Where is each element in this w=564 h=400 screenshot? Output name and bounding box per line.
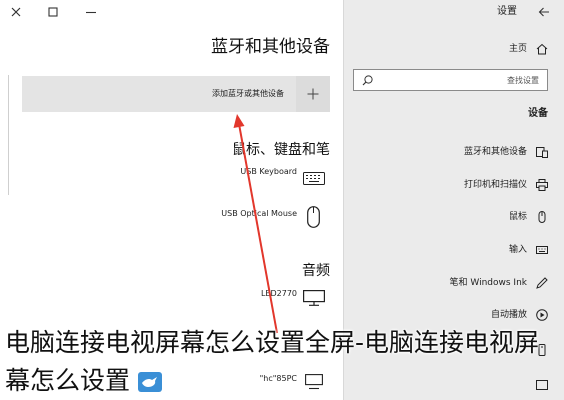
sidebar-item-label: 鼠标 <box>508 212 527 222</box>
search-box[interactable] <box>353 69 548 91</box>
page-title: 蓝牙和其他设备 <box>211 37 330 57</box>
section-heading-audio: 音频 <box>302 263 330 279</box>
plus-box[interactable] <box>296 76 330 112</box>
caption-overlay: 电脑连接电视屏幕怎么设置全屏-电脑连接电视屏 幕怎么设置 <box>5 324 561 400</box>
keyboard-icon <box>303 172 325 185</box>
sidebar-item-label: 笔和 Windows Ink <box>449 278 527 288</box>
sidebar-item-label: 蓝牙和其他设备 <box>463 147 527 157</box>
device-name: USB Optical Mouse <box>221 209 297 218</box>
mouse-icon <box>307 206 320 228</box>
section-heading-input-devices: 鼠标、键盘和笔 <box>232 142 330 158</box>
sidebar-item-pen[interactable]: 笔和 Windows Ink <box>344 271 564 295</box>
home-icon <box>536 43 548 55</box>
device-name: LED2770 <box>260 289 297 298</box>
maximize-icon[interactable] <box>47 6 59 18</box>
keyboard-icon <box>536 244 548 256</box>
sidebar-item-label: 输入 <box>508 245 527 255</box>
mouse-icon <box>536 211 548 223</box>
sidebar-item-label: 主页 <box>508 44 527 54</box>
sidebar-item-label: 打印机和扫描仪 <box>463 180 527 190</box>
sidebar-item-bluetooth[interactable]: 蓝牙和其他设备 <box>344 140 564 164</box>
sidebar-item-mouse[interactable]: 鼠标 <box>344 205 564 229</box>
sidebar-item-typing[interactable]: 输入 <box>344 238 564 262</box>
monitor-icon <box>303 290 325 306</box>
autoplay-icon <box>536 309 548 321</box>
device-name: USB Keyboard <box>240 167 297 176</box>
sidebar-item-home[interactable]: 主页 <box>344 37 564 61</box>
caption-line-2: 幕怎么设置 <box>5 362 561 400</box>
device-item-keyboard[interactable]: USB Keyboard <box>0 164 343 190</box>
caption-line: 幕怎么设置 <box>5 366 131 395</box>
pen-icon <box>536 277 548 289</box>
device-item-mouse[interactable]: USB Optical Mouse <box>0 202 343 232</box>
sidebar-item-printers[interactable]: 打印机和扫描仪 <box>344 173 564 197</box>
add-device-button[interactable]: 添加蓝牙或其他设备 <box>22 76 330 112</box>
search-input[interactable] <box>354 70 547 90</box>
device-item-monitor[interactable]: LED2770 <box>0 286 343 310</box>
add-device-label: 添加蓝牙或其他设备 <box>212 89 284 98</box>
minimize-icon[interactable] <box>85 6 97 18</box>
close-icon[interactable] <box>10 6 22 18</box>
bird-logo-icon <box>138 372 163 392</box>
printer-icon <box>536 179 548 191</box>
sidebar-item-label: 自动播放 <box>490 310 527 320</box>
bluetooth-devices-icon <box>536 146 548 158</box>
caption-line: 电脑连接电视屏幕怎么设置全屏-电脑连接电视屏 <box>5 328 540 357</box>
plus-icon <box>307 88 319 100</box>
sidebar-section-heading: 设备 <box>528 108 548 119</box>
window-title: 设置 <box>497 6 517 17</box>
back-arrow-icon[interactable] <box>538 6 550 18</box>
